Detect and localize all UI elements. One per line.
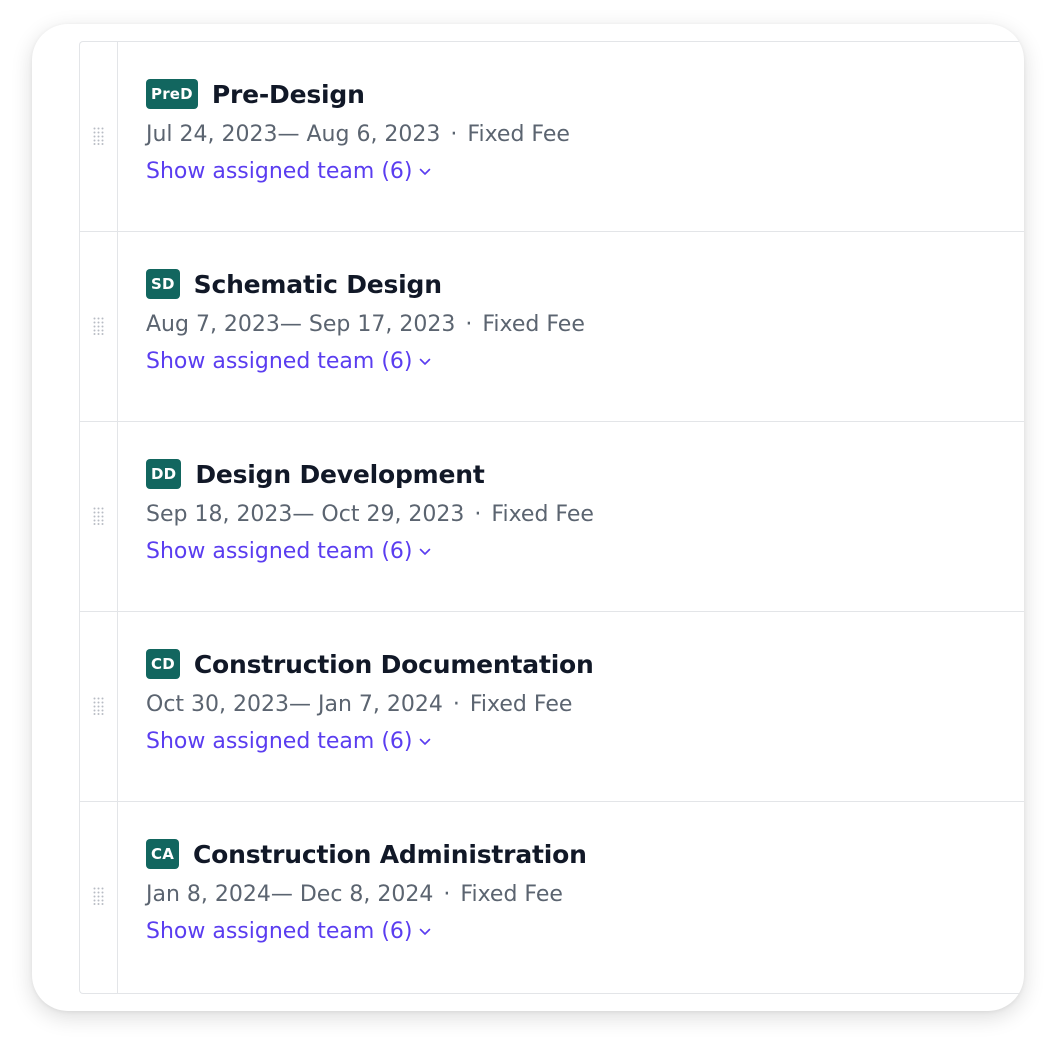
phase-badge: SD <box>146 269 180 299</box>
show-team-link[interactable]: Show assigned team (6) <box>146 729 594 754</box>
phase-title: Schematic Design <box>193 269 442 299</box>
drag-handle-column[interactable] <box>80 42 118 231</box>
phase-dates: Jan 8, 2024— Dec 8, 2024 <box>146 882 434 907</box>
drag-handle-icon[interactable] <box>93 317 104 335</box>
phase-dates: Aug 7, 2023— Sep 17, 2023 <box>146 312 456 337</box>
phase-title: Pre-Design <box>211 79 365 109</box>
phase-dates: Oct 30, 2023— Jan 7, 2024 <box>146 692 443 717</box>
chevron-down-icon[interactable] <box>419 738 431 746</box>
phase-meta: Jul 24, 2023— Aug 6, 2023 · Fixed Fee <box>146 122 570 147</box>
phase-meta: Oct 30, 2023— Jan 7, 2024 · Fixed Fee <box>146 692 594 717</box>
phases-card: PreD Pre-Design Jul 24, 2023— Aug 6, 202… <box>32 24 1024 1011</box>
phase-row: SD Schematic Design Aug 7, 2023— Sep 17,… <box>80 232 1024 422</box>
phase-content: CD Construction Documentation Oct 30, 20… <box>146 648 594 754</box>
phase-badge: PreD <box>146 79 198 109</box>
phase-title-line: SD Schematic Design <box>146 268 585 300</box>
show-team-link[interactable]: Show assigned team (6) <box>146 539 594 564</box>
phase-content: SD Schematic Design Aug 7, 2023— Sep 17,… <box>146 268 585 374</box>
phase-content: CA Construction Administration Jan 8, 20… <box>146 838 587 944</box>
show-team-link[interactable]: Show assigned team (6) <box>146 159 570 184</box>
drag-handle-icon[interactable] <box>93 127 104 145</box>
phase-meta: Jan 8, 2024— Dec 8, 2024 · Fixed Fee <box>146 882 587 907</box>
separator-dot: · <box>450 122 458 147</box>
phase-badge: CD <box>146 649 180 679</box>
phase-fee-type: Fixed Fee <box>482 312 585 337</box>
chevron-down-icon[interactable] <box>419 548 431 556</box>
phase-title: Construction Administration <box>193 839 587 869</box>
separator-dot: · <box>465 312 473 337</box>
phase-fee-type: Fixed Fee <box>491 502 594 527</box>
phase-title-line: CD Construction Documentation <box>146 648 594 680</box>
drag-handle-icon[interactable] <box>93 887 104 905</box>
drag-handle-column[interactable] <box>80 422 118 611</box>
phase-row: DD Design Development Sep 18, 2023— Oct … <box>80 422 1024 612</box>
phase-meta: Sep 18, 2023— Oct 29, 2023 · Fixed Fee <box>146 502 594 527</box>
show-team-label[interactable]: Show assigned team (6) <box>146 349 413 374</box>
phase-badge: CA <box>146 839 180 869</box>
phase-fee-type: Fixed Fee <box>469 692 573 717</box>
separator-dot: · <box>474 502 482 527</box>
phase-row: CA Construction Administration Jan 8, 20… <box>80 802 1024 993</box>
phase-fee-type: Fixed Fee <box>460 882 563 907</box>
phase-dates: Jul 24, 2023— Aug 6, 2023 <box>146 122 441 147</box>
show-team-label[interactable]: Show assigned team (6) <box>146 539 413 564</box>
phase-fee-type: Fixed Fee <box>467 122 570 147</box>
show-team-link[interactable]: Show assigned team (6) <box>146 919 587 944</box>
phase-title: Construction Documentation <box>193 649 594 679</box>
drag-handle-column[interactable] <box>80 802 118 993</box>
show-team-label[interactable]: Show assigned team (6) <box>146 159 413 184</box>
phase-row: CD Construction Documentation Oct 30, 20… <box>80 612 1024 802</box>
separator-dot: · <box>443 882 451 907</box>
show-team-link[interactable]: Show assigned team (6) <box>146 349 585 374</box>
drag-handle-column[interactable] <box>80 612 118 801</box>
phase-dates: Sep 18, 2023— Oct 29, 2023 <box>146 502 465 527</box>
phase-title-line: DD Design Development <box>146 458 594 490</box>
show-team-label[interactable]: Show assigned team (6) <box>146 729 413 754</box>
phase-content: PreD Pre-Design Jul 24, 2023— Aug 6, 202… <box>146 78 570 184</box>
phase-list: PreD Pre-Design Jul 24, 2023— Aug 6, 202… <box>79 41 1024 994</box>
drag-handle-icon[interactable] <box>93 507 104 525</box>
phase-content: DD Design Development Sep 18, 2023— Oct … <box>146 458 594 564</box>
separator-dot: · <box>452 692 460 717</box>
show-team-label[interactable]: Show assigned team (6) <box>146 919 413 944</box>
chevron-down-icon[interactable] <box>419 358 431 366</box>
drag-handle-icon[interactable] <box>93 697 104 715</box>
phase-row: PreD Pre-Design Jul 24, 2023— Aug 6, 202… <box>80 42 1024 232</box>
chevron-down-icon[interactable] <box>419 168 431 176</box>
chevron-down-icon[interactable] <box>419 928 431 936</box>
phase-title-line: PreD Pre-Design <box>146 78 570 110</box>
phase-title: Design Development <box>195 459 485 489</box>
phase-meta: Aug 7, 2023— Sep 17, 2023 · Fixed Fee <box>146 312 585 337</box>
phase-badge: DD <box>146 459 182 489</box>
drag-handle-column[interactable] <box>80 232 118 421</box>
phase-title-line: CA Construction Administration <box>146 838 587 870</box>
